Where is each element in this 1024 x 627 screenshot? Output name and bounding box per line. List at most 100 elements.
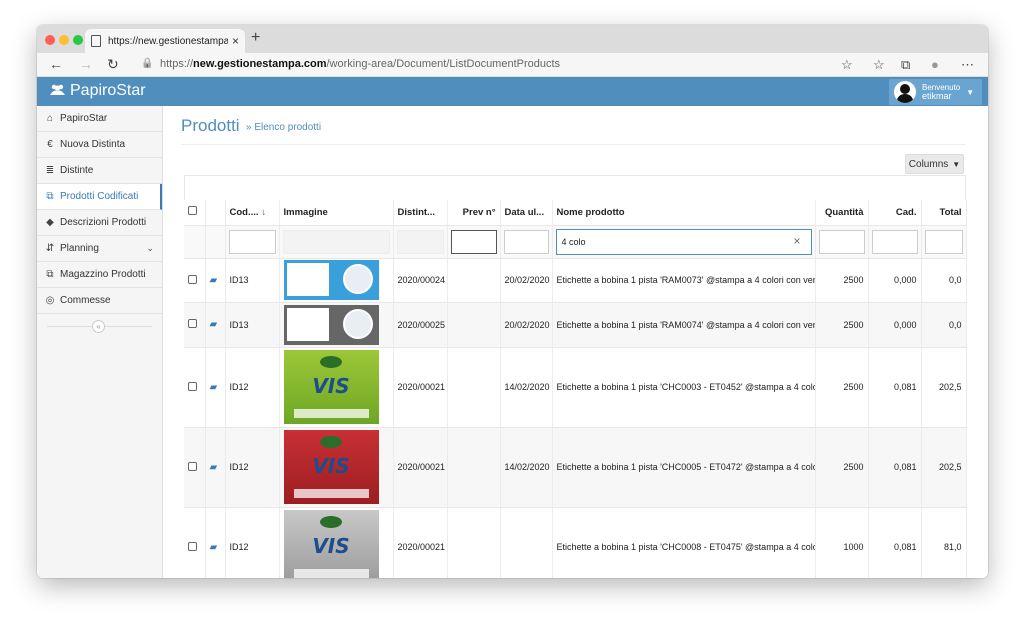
collections-icon[interactable]: ⧉ [901, 57, 910, 73]
sidebar-item-prodotti-codificati[interactable]: ⧉ Prodotti Codificati [37, 184, 162, 210]
forward-icon[interactable]: → [79, 56, 93, 72]
sidebar-item-magazzino-prodotti[interactable]: ⧉ Magazzino Prodotti [37, 262, 162, 288]
header-prev[interactable]: Prev n° [447, 200, 501, 226]
filter-cell: 4 colo × [552, 225, 816, 259]
new-tab-button[interactable]: + [251, 29, 260, 47]
cell-total: 202,5 [921, 347, 967, 428]
close-window-button[interactable] [45, 35, 55, 45]
cell-image [279, 302, 394, 348]
folder-icon[interactable]: ▰ [210, 462, 218, 473]
user-text: Benvenuto etikmar [922, 83, 960, 101]
cell-qty: 2500 [815, 427, 869, 508]
folder-icon[interactable]: ▰ [210, 275, 218, 286]
cell-product: Etichette a bobina 1 pista 'RAM0074' @st… [552, 302, 816, 348]
sidebar-item-label: Nuova Distinta [60, 139, 126, 150]
sidebar-item-distinte[interactable]: ≣ Distinte [37, 158, 162, 184]
chevron-down-icon: ⌄ [146, 243, 154, 253]
columns-button[interactable]: Columns ▼ [905, 154, 964, 174]
cell-distinta-link[interactable]: 2020/00025 [393, 302, 448, 348]
cell-image [279, 258, 394, 303]
caret-down-icon: ▼ [966, 87, 975, 97]
filter-prev-input[interactable] [450, 229, 497, 254]
label-panel [286, 307, 329, 341]
cell-total: 202,5 [921, 427, 967, 508]
cell-distinta-link[interactable]: 2020/00021 [393, 427, 448, 508]
maximize-window-button[interactable] [73, 35, 83, 45]
folder-icon[interactable]: ▰ [210, 319, 218, 330]
row-checkbox[interactable] [188, 381, 197, 391]
reload-icon[interactable]: ↻ [107, 56, 119, 73]
cell-image: VIS [279, 347, 394, 428]
sidebar-item-label: Magazzino Prodotti [60, 269, 146, 280]
header-cad[interactable]: Cad. [868, 200, 922, 226]
url-host: new.gestionestampa.com [193, 58, 327, 70]
row-checkbox[interactable] [188, 319, 197, 328]
tab-close-icon[interactable]: × [232, 34, 239, 48]
clear-filter-icon[interactable]: × [793, 234, 800, 248]
more-icon[interactable]: ⋯ [961, 57, 974, 73]
profile-icon[interactable]: ● [931, 57, 939, 72]
header-total[interactable]: Total [921, 200, 967, 226]
label-brand-text: VIS [312, 534, 350, 558]
product-thumbnail[interactable]: VIS [283, 510, 379, 578]
browser-tab[interactable]: https://new.gestionestampa.co × [85, 29, 245, 53]
folder-icon[interactable]: ▰ [210, 542, 218, 553]
filter-cad-input[interactable] [871, 229, 918, 254]
collapse-sidebar-icon[interactable]: « [92, 320, 105, 333]
favorites-icon[interactable]: ☆ [873, 57, 885, 73]
row-folder-cell: ▰ [205, 427, 226, 508]
header-product[interactable]: Nome prodotto [552, 200, 816, 226]
sidebar-item-planning[interactable]: ⇵ Planning ⌄ [37, 236, 162, 262]
sidebar: ⌂ PapiroStar € Nuova Distinta ≣ Distinte ⧉ P… [37, 106, 163, 578]
row-folder-cell: ▰ [205, 302, 226, 348]
sidebar-item-papirostar[interactable]: ⌂ PapiroStar [37, 106, 162, 132]
cell-distinta-link[interactable]: 2020/00021 [393, 507, 448, 578]
header-distinta[interactable]: Distint... [393, 200, 448, 226]
cell-total: 0,0 [921, 302, 967, 348]
bookmark-star-icon[interactable]: ☆ [841, 57, 853, 73]
filter-code-input[interactable] [228, 229, 276, 254]
header-qty[interactable]: Quantità [815, 200, 869, 226]
product-thumbnail[interactable]: VIS [283, 350, 379, 424]
label-panel [286, 263, 329, 296]
filter-cell [393, 225, 448, 259]
sidebar-item-nuova-distinta[interactable]: € Nuova Distinta [37, 132, 162, 158]
breadcrumb[interactable]: » Elenco prodotti [246, 122, 321, 133]
product-thumbnail[interactable] [283, 304, 379, 345]
table-row[interactable]: ▰ ID12 VIS 2020/00021 14/02/2020 Etichet… [184, 427, 967, 508]
row-checkbox[interactable] [188, 461, 197, 471]
sort-down-icon[interactable]: ↓ [262, 207, 267, 218]
header-image[interactable]: Immagine [279, 200, 394, 226]
row-checkbox[interactable] [188, 274, 197, 284]
filter-date-input[interactable] [503, 229, 549, 254]
table-row[interactable]: ▰ ID12 VIS 2020/00021 14/02/2020 Etichet… [184, 347, 967, 428]
cell-distinta-link[interactable]: 2020/00021 [393, 347, 448, 428]
sidebar-item-descrizioni-prodotti[interactable]: ◆ Descrizioni Prodotti [37, 210, 162, 236]
row-checkbox[interactable] [188, 541, 197, 551]
url-scheme: https:// [160, 58, 194, 70]
url-field[interactable]: https://new.gestionestampa.com/working-a… [160, 58, 560, 70]
folder-icon[interactable]: ▰ [210, 382, 218, 393]
product-thumbnail[interactable]: VIS [283, 430, 379, 504]
user-menu[interactable]: Benvenuto etikmar ▼ [889, 79, 982, 105]
product-thumbnail[interactable] [283, 260, 379, 300]
row-folder-cell: ▰ [205, 258, 226, 303]
select-all-checkbox[interactable] [188, 206, 197, 216]
page-icon [91, 35, 101, 47]
filter-total-input[interactable] [924, 229, 963, 254]
table-row[interactable]: ▰ ID12 VIS 2020/00021 Etichette a bobina… [184, 507, 967, 578]
back-icon[interactable]: ← [49, 56, 63, 72]
caret-down-icon: ▼ [952, 159, 961, 169]
minimize-window-button[interactable] [59, 35, 69, 45]
filter-qty-input[interactable] [818, 229, 865, 254]
sidebar-item-commesse[interactable]: ◎ Commesse [37, 288, 162, 314]
cell-cad: 0,081 [868, 427, 922, 508]
filter-product-input[interactable]: 4 colo × [555, 228, 812, 255]
brand[interactable]: PapiroStar [50, 82, 146, 100]
filter-cell [815, 225, 869, 259]
header-date[interactable]: Data ul... [500, 200, 553, 226]
cell-distinta-link[interactable]: 2020/00024 [393, 258, 448, 303]
table-row[interactable]: ▰ ID13 2020/00024 20/02/2020 Etichette a… [184, 258, 967, 303]
header-code[interactable]: Cod.... ↓ [225, 200, 280, 226]
table-row[interactable]: ▰ ID13 2020/00025 20/02/2020 Etichette a… [184, 302, 967, 348]
